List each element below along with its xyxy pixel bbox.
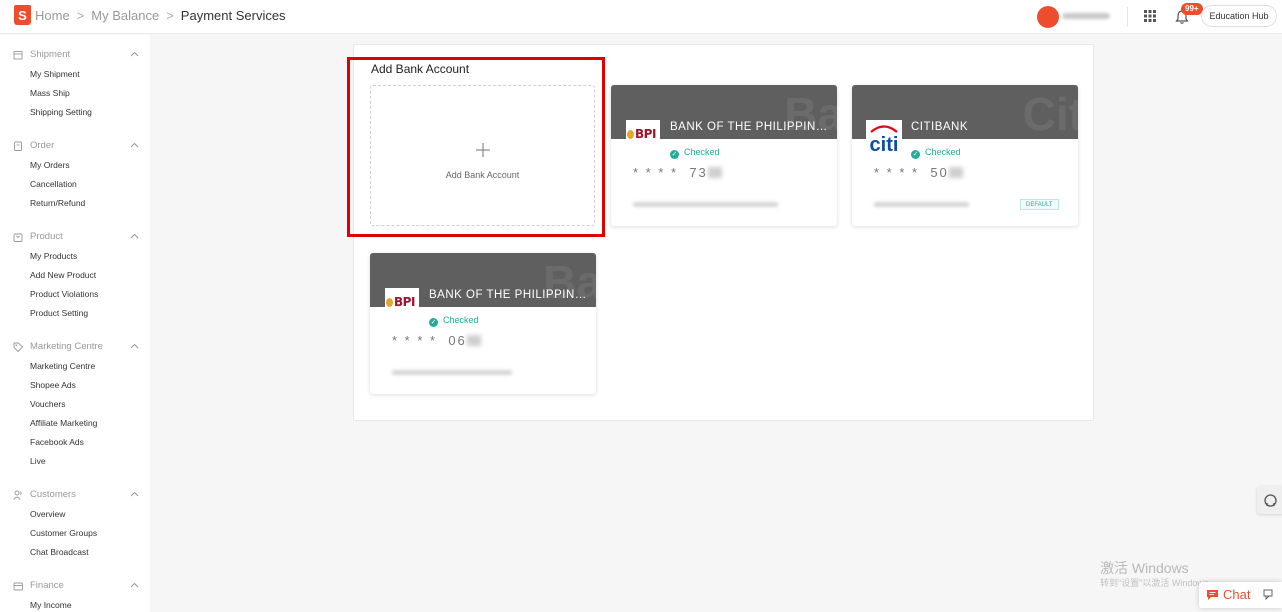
bank-name: CITIBANK [911, 121, 969, 133]
sidebar-item-my-orders[interactable]: My Orders [0, 156, 150, 175]
status-badge: ✓ Checked [911, 147, 961, 159]
svg-text:citi: citi [870, 134, 899, 156]
people-icon [13, 490, 22, 500]
breadcrumb: Home > My Balance > Payment Services [35, 8, 286, 23]
bag-icon [13, 233, 23, 242]
sidebar-item-my-shipment[interactable]: My Shipment [0, 65, 150, 84]
sidebar-group-title: Order [30, 140, 55, 151]
sidebar-group-order: Order My Orders Cancellation Return/Refu… [0, 138, 150, 213]
wallet-icon [13, 582, 23, 591]
headset-icon [1264, 494, 1277, 507]
sidebar-item-overview[interactable]: Overview [0, 505, 150, 524]
sidebar-group-header[interactable]: Product [0, 229, 150, 247]
divider [1127, 7, 1128, 27]
top-bar: S Home > My Balance > Payment Services 99+ E… [0, 0, 1282, 34]
breadcrumb-separator: > [166, 8, 174, 23]
help-button[interactable] [1257, 486, 1282, 514]
sidebar-item-live[interactable]: Live [0, 452, 150, 471]
sidebar-item-vouchers[interactable]: Vouchers [0, 395, 150, 414]
box-icon [13, 51, 23, 60]
add-bank-account-button[interactable]: Add Bank Account [370, 85, 595, 226]
account-number: * * * * 50 [874, 165, 963, 180]
chevron-up-icon[interactable] [130, 51, 139, 57]
chat-bubble-icon [1207, 590, 1218, 600]
sidebar-item-customer-groups[interactable]: Customer Groups [0, 524, 150, 543]
sidebar-group-finance: Finance My Income [0, 578, 150, 612]
education-hub-button[interactable]: Education Hub [1201, 5, 1277, 27]
sidebar-item-return-refund[interactable]: Return/Refund [0, 194, 150, 213]
chevron-up-icon[interactable] [130, 491, 139, 497]
sidebar-group-header[interactable]: Finance [0, 578, 150, 596]
username-redacted[interactable] [1062, 13, 1110, 19]
sidebar: Shipment My Shipment Mass Ship Shipping … [0, 35, 150, 612]
shopee-logo[interactable]: S [14, 5, 31, 25]
sidebar-group-product: Product My Products Add New Product Prod… [0, 229, 150, 323]
sidebar-group-title: Customers [30, 489, 76, 500]
sidebar-item-affiliate-marketing[interactable]: Affiliate Marketing [0, 414, 150, 433]
sidebar-item-mass-ship[interactable]: Mass Ship [0, 84, 150, 103]
sidebar-item-product-violations[interactable]: Product Violations [0, 285, 150, 304]
tag-icon [13, 342, 23, 352]
sidebar-group-marketing: Marketing Centre Marketing Centre Shopee… [0, 339, 150, 471]
breadcrumb-separator: > [76, 8, 85, 23]
chat-label: Chat [1223, 587, 1251, 602]
sidebar-item-add-new-product[interactable]: Add New Product [0, 266, 150, 285]
citi-logo-icon: citi [866, 120, 902, 156]
sidebar-group-customers: Customers Overview Customer Groups Chat … [0, 487, 150, 562]
check-icon: ✓ [429, 318, 438, 327]
sidebar-item-my-income[interactable]: My Income [0, 596, 150, 612]
chevron-up-icon[interactable] [130, 582, 139, 588]
clipboard-icon [14, 141, 22, 151]
sidebar-group-shipment: Shipment My Shipment Mass Ship Shipping … [0, 47, 150, 122]
plus-icon [476, 143, 490, 157]
account-number: * * * * 06 [392, 333, 481, 348]
chat-button[interactable]: Chat [1199, 582, 1282, 608]
account-holder-redacted [633, 202, 778, 207]
chevron-up-icon[interactable] [130, 142, 139, 148]
bank-name: BANK OF THE PHILIPPINE ... [429, 289, 591, 301]
account-number: * * * * 73 [633, 165, 722, 180]
bank-account-card[interactable]: Ba BPI BANK OF THE PHILIPPINE ... ✓ Check… [370, 253, 596, 394]
status-badge: ✓ Checked [429, 315, 479, 327]
check-icon: ✓ [911, 150, 920, 159]
page-title: Add Bank Account [371, 62, 470, 76]
sidebar-group-title: Shipment [30, 49, 71, 60]
add-bank-account-label: Add Bank Account [445, 170, 520, 180]
sidebar-item-shopee-ads[interactable]: Shopee Ads [0, 376, 150, 395]
sidebar-item-facebook-ads[interactable]: Facebook Ads [0, 433, 150, 452]
sidebar-item-chat-broadcast[interactable]: Chat Broadcast [0, 543, 150, 562]
chevron-up-icon[interactable] [130, 343, 139, 349]
sidebar-group-header[interactable]: Order [0, 138, 150, 156]
breadcrumb-home[interactable]: Home [35, 8, 70, 23]
bank-name: BANK OF THE PHILIPPINE ... [670, 121, 832, 133]
account-holder-redacted [874, 202, 969, 207]
sidebar-group-title: Finance [30, 580, 64, 591]
avatar[interactable] [1037, 6, 1059, 28]
chevron-up-icon[interactable] [130, 233, 139, 239]
bank-account-card[interactable]: Cit citi CITIBANK ✓ Checked * * * * 50 DE… [852, 85, 1078, 226]
sidebar-group-header[interactable]: Customers [0, 487, 150, 505]
bpi-logo-icon: BPI [385, 288, 419, 312]
sidebar-group-header[interactable]: Marketing Centre [0, 339, 150, 357]
breadcrumb-current: Payment Services [180, 8, 286, 23]
check-icon: ✓ [670, 150, 679, 159]
bpi-logo-icon: BPI [626, 120, 660, 144]
sidebar-group-title: Marketing Centre [30, 341, 103, 352]
sidebar-item-cancellation[interactable]: Cancellation [0, 175, 150, 194]
bank-account-card[interactable]: Ba BPI BANK OF THE PHILIPPINE ... ✓ Check… [611, 85, 837, 226]
sidebar-item-shipping-setting[interactable]: Shipping Setting [0, 103, 150, 122]
account-holder-redacted [392, 370, 512, 375]
sidebar-group-title: Product [30, 231, 63, 242]
apps-grid-icon[interactable] [1143, 9, 1157, 23]
breadcrumb-my-balance[interactable]: My Balance [91, 8, 159, 23]
sidebar-item-marketing-centre[interactable]: Marketing Centre [0, 357, 150, 376]
windows-activation-title: 激活 Windows [1100, 560, 1189, 576]
sidebar-item-my-products[interactable]: My Products [0, 247, 150, 266]
sidebar-item-product-setting[interactable]: Product Setting [0, 304, 150, 323]
default-badge: DEFAULT [1020, 199, 1059, 210]
sidebar-group-header[interactable]: Shipment [0, 47, 150, 65]
minimize-icon[interactable] [1263, 589, 1273, 600]
notification-badge: 99+ [1181, 3, 1203, 15]
status-badge: ✓ Checked [670, 147, 720, 159]
